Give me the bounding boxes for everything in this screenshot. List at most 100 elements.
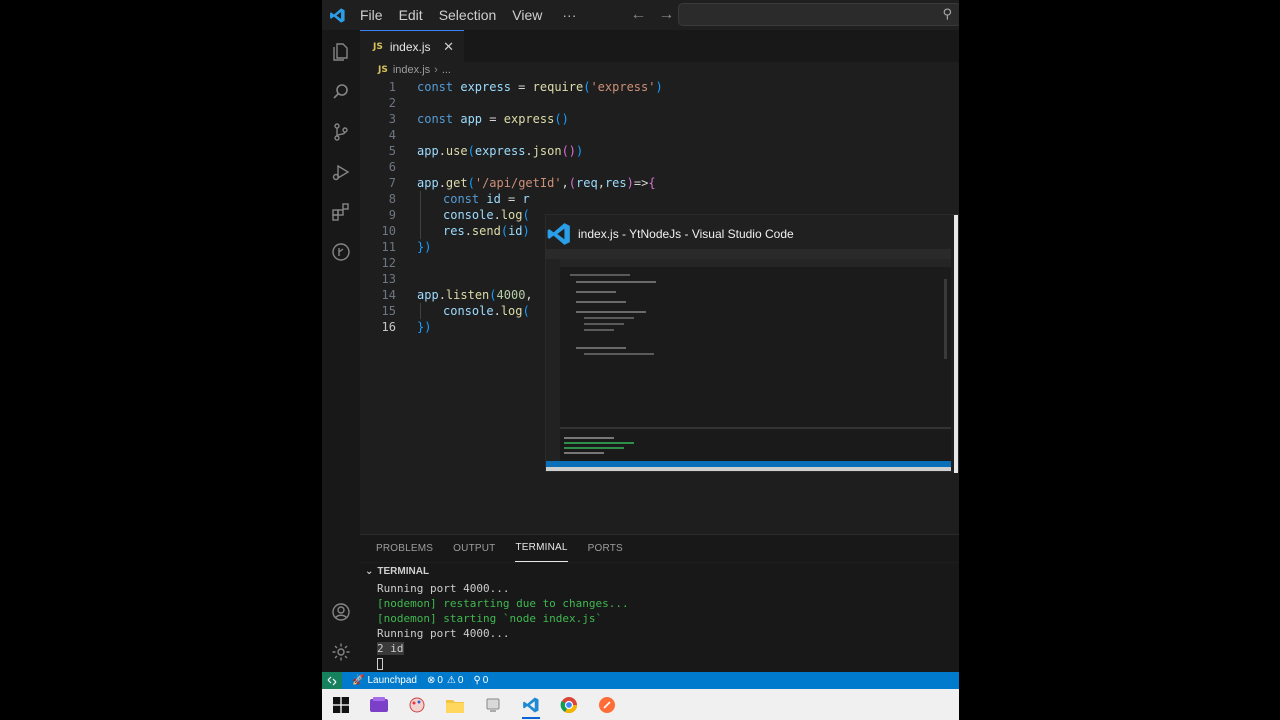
taskbar-window-preview[interactable]: index.js - YtNodeJs - Visual Studio Code [545,214,959,473]
ports-status[interactable]: ⚲ 0 [473,675,488,686]
warning-icon: ⚠ [446,675,456,686]
line-number: 6 [388,160,396,174]
problems-status[interactable]: ⊗ 0 ⚠ 0 [427,675,463,686]
command-center-search[interactable]: ⚲ [678,3,959,26]
line-number: 10 [381,224,396,238]
windows-start-icon[interactable] [322,689,360,720]
rocket-icon: 🚀 [352,675,365,686]
terminal-line: Running port 4000... [377,582,510,595]
paint-icon[interactable] [398,689,436,720]
extensions-icon[interactable] [329,200,353,224]
line-number: 3 [388,112,396,126]
terminal-section-title: TERMINAL [377,566,430,577]
run-debug-icon[interactable] [329,160,353,184]
terminal-line: [nodemon] restarting due to changes... [377,597,629,610]
menu-selection[interactable]: Selection [431,0,505,30]
javascript-file-icon: JS [373,41,383,52]
breadcrumb-separator: › [434,64,438,76]
breadcrumb-file[interactable]: index.js [393,64,430,76]
preview-border [954,215,958,473]
file-explorer-icon[interactable] [436,689,474,720]
code-line[interactable]: 1 const express = require('express') [360,79,959,95]
terminal-cursor [377,658,383,670]
menu-view[interactable]: View [504,0,550,30]
line-number: 8 [388,192,396,206]
tab-terminal[interactable]: TERMINAL [515,535,568,562]
close-icon[interactable]: ✕ [443,39,454,55]
back-arrow-icon[interactable]: ← [624,6,652,24]
title-bar: File Edit Selection View ··· ← → ⚲ [322,0,959,30]
windows-taskbar [322,689,959,720]
launchpad-status[interactable]: 🚀 Launchpad [352,675,417,686]
code-line[interactable]: 5 app.use(express.json()) [360,143,959,159]
terminal-line: Running port 4000... [377,627,510,640]
terminal-line: 2 id [377,641,959,656]
terminal-output[interactable]: Running port 4000... [nodemon] restartin… [360,581,959,672]
code-text: }) [417,240,432,254]
code-text: const express = require('express') [417,80,663,94]
code-text: app.get('/api/getId',(req,res)=>{ [417,176,656,190]
menu-file[interactable]: File [352,0,391,30]
warning-count: 0 [457,675,464,686]
line-number: 13 [381,272,396,286]
code-text: console.log( [443,208,530,222]
gear-icon[interactable] [329,640,353,664]
menu-more[interactable]: ··· [550,7,588,23]
code-line[interactable]: 7 app.get('/api/getId',(req,res)=>{ [360,175,959,191]
code-text: app.use(express.json()) [417,144,584,158]
editor-tab-bar: JS index.js ✕ [360,30,959,62]
chrome-icon[interactable] [550,689,588,720]
terminal-prompt[interactable] [377,656,959,671]
breadcrumb-symbol[interactable]: ... [442,64,451,76]
line-number: 5 [388,144,396,158]
tab-problems[interactable]: PROBLEMS [376,536,433,562]
tab-label: index.js [389,39,431,54]
line-number: 16 [381,320,396,334]
error-count: 0 [437,675,443,686]
tablet-icon[interactable] [474,689,512,720]
broadcast-icon: ⚲ [473,675,481,686]
code-line[interactable]: 6 [360,159,959,175]
accounts-icon[interactable] [329,600,353,624]
postman-icon[interactable] [588,689,626,720]
vscode-logo-icon [322,0,352,30]
ports-count: 0 [482,675,489,686]
panel-tab-bar: PROBLEMS OUTPUT TERMINAL PORTS [360,534,959,562]
code-text: console.log( [443,304,530,318]
line-number: 7 [388,176,396,190]
code-line[interactable]: 3 const app = express() [360,111,959,127]
terminal-section-header[interactable]: ⌄ TERMINAL [360,563,959,581]
tab-ports[interactable]: PORTS [588,536,623,562]
vscode-logo-icon [547,223,570,245]
vscode-taskbar-icon[interactable] [512,689,550,720]
code-line[interactable]: 2 [360,95,959,111]
git-graph-icon[interactable] [329,240,353,264]
code-line[interactable]: 8 const id = r [360,191,959,207]
search-icon[interactable] [329,80,353,104]
error-icon: ⊗ [426,675,436,686]
search-icon: ⚲ [942,6,952,21]
source-control-icon[interactable] [329,120,353,144]
line-number: 9 [388,208,396,222]
preview-thumbnail[interactable] [546,249,951,471]
line-number: 1 [388,80,396,94]
tab-output[interactable]: OUTPUT [453,536,495,562]
remote-indicator-icon[interactable] [322,672,342,689]
app-purple-icon[interactable] [360,689,398,720]
code-text: const app = express() [417,112,569,126]
launchpad-label: Launchpad [367,675,417,686]
chevron-down-icon: ⌄ [365,566,374,577]
line-number: 11 [381,240,396,254]
preview-header: index.js - YtNodeJs - Visual Studio Code [546,223,794,245]
activity-bar [322,30,360,672]
menu-edit[interactable]: Edit [391,0,431,30]
code-text: }) [417,320,432,334]
explorer-icon[interactable] [329,40,353,64]
tab-index-js[interactable]: JS index.js ✕ [360,30,464,62]
code-text: app.listen(4000, [417,288,533,302]
status-bar: 🚀 Launchpad ⊗ 0 ⚠ 0 ⚲ 0 [322,672,959,689]
line-number: 2 [388,96,396,110]
forward-arrow-icon[interactable]: → [652,6,680,24]
javascript-file-icon: JS [378,65,388,75]
code-line[interactable]: 4 [360,127,959,143]
